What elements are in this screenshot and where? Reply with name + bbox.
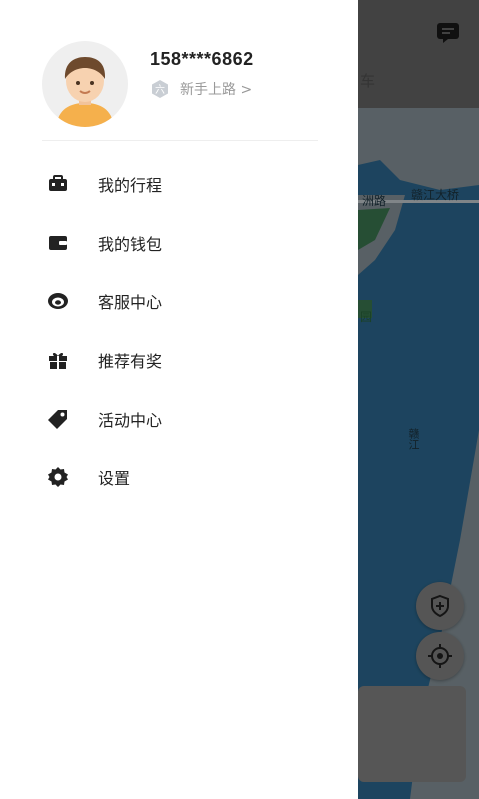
drawer-menu: 我的行程 我的钱包 客服中心 推荐有奖 活动中心 设置 (0, 155, 358, 507)
menu-item-settings[interactable]: 设置 (0, 448, 358, 507)
user-level-label: 新手上路 > (180, 82, 253, 98)
tag-icon (46, 407, 70, 431)
menu-item-customer-service[interactable]: 客服中心 (0, 272, 358, 331)
wallet-icon (46, 231, 70, 255)
level-badge-icon: 六 (152, 80, 168, 98)
drawer-overlay[interactable] (358, 0, 479, 799)
menu-item-label: 推荐有奖 (98, 352, 163, 372)
menu-item-activities[interactable]: 活动中心 (0, 389, 358, 448)
menu-item-label: 设置 (98, 469, 131, 489)
user-level-link[interactable]: 六 新手上路 > (150, 79, 252, 99)
customer-service-icon (46, 289, 70, 313)
gift-icon (46, 348, 70, 372)
menu-item-referral[interactable]: 推荐有奖 (0, 331, 358, 390)
avatar[interactable] (42, 41, 128, 127)
menu-item-label: 我的行程 (98, 176, 163, 196)
user-phone: 158****6862 (150, 49, 254, 69)
menu-item-wallet[interactable]: 我的钱包 (0, 214, 358, 273)
trip-icon (46, 172, 70, 196)
menu-item-label: 活动中心 (98, 410, 163, 430)
svg-text:六: 六 (155, 84, 165, 96)
avatar-icon (56, 57, 114, 127)
divider (42, 140, 318, 141)
menu-item-label: 我的钱包 (98, 234, 163, 254)
gear-icon (46, 465, 70, 489)
menu-item-label: 客服中心 (98, 293, 163, 313)
side-drawer: 158****6862 六 新手上路 > 我的行程 我的钱包 客服中心 推荐有奖… (0, 0, 358, 799)
menu-item-trips[interactable]: 我的行程 (0, 155, 358, 214)
